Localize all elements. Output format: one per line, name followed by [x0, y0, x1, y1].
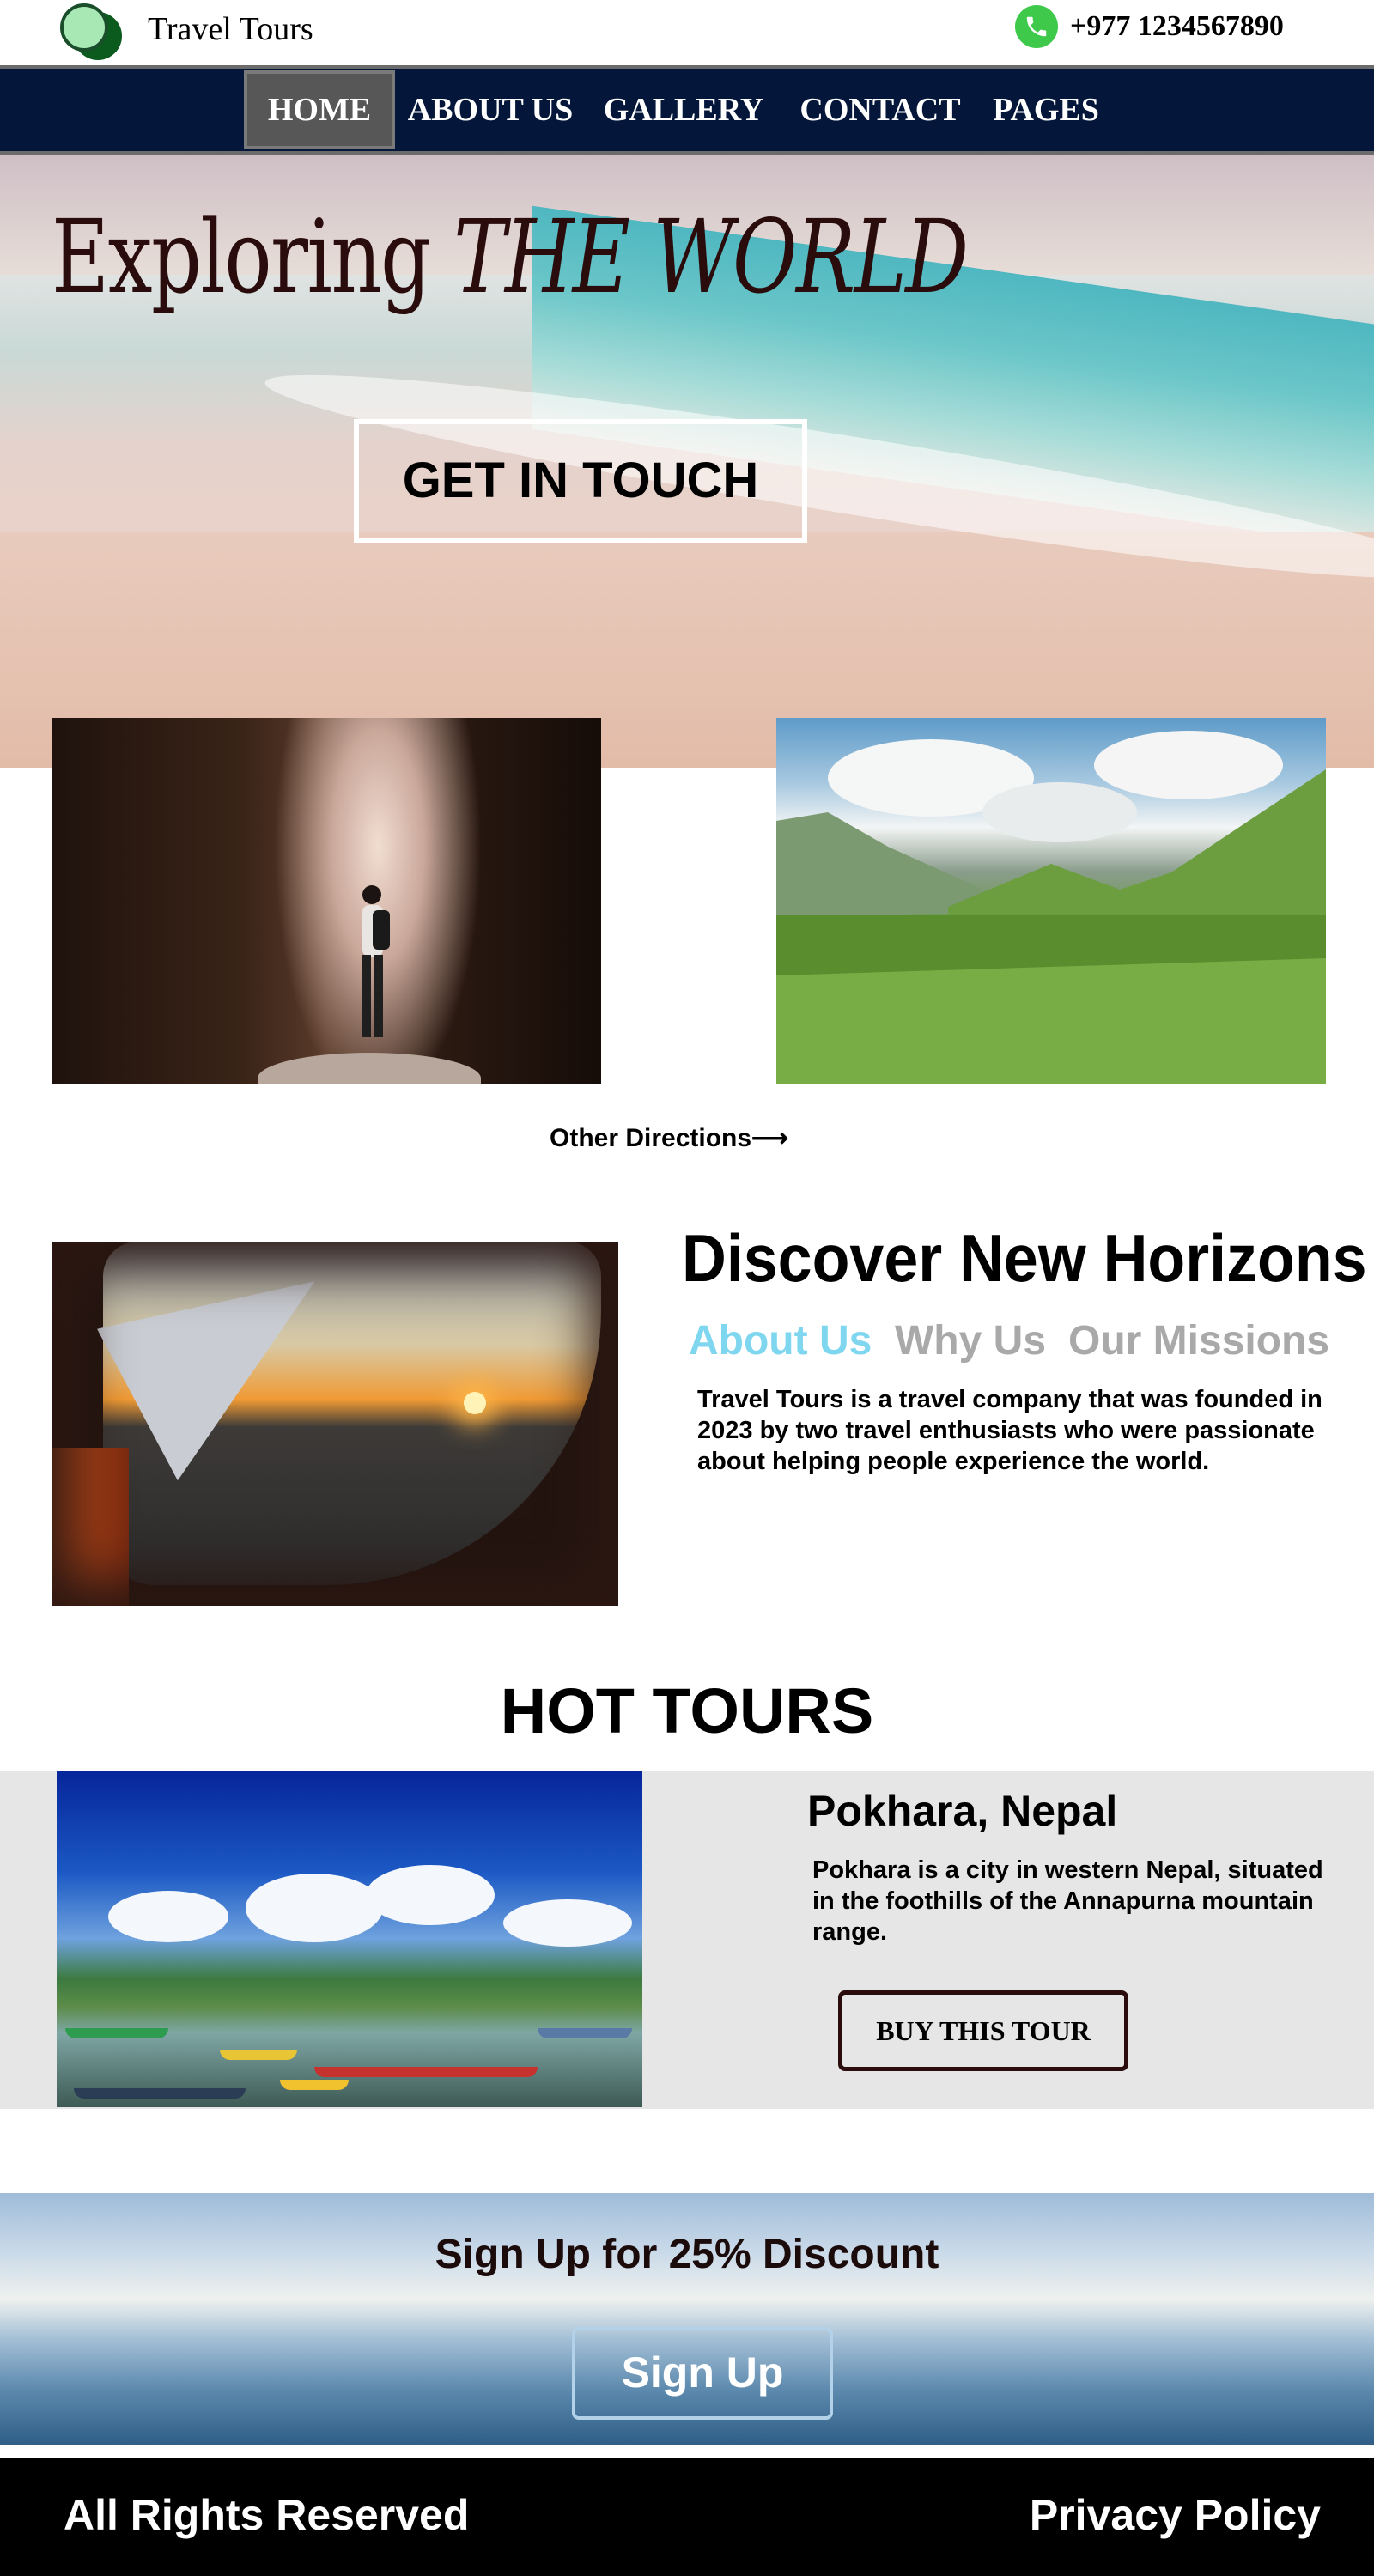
hero-section: Exploring THE WORLD GET IN TOUCH: [0, 155, 1374, 768]
photo-cloud: [246, 1874, 383, 1942]
discover-title: Discover New Horizons: [682, 1220, 1367, 1296]
photo-boat: [314, 2067, 538, 2077]
phone-icon: [1015, 5, 1058, 48]
photo-cloud: [108, 1891, 228, 1942]
main-nav: HOME ABOUT US GALLERY CONTACT PAGES: [0, 65, 1374, 155]
logo-circle-front: [60, 3, 108, 52]
photo-boat: [280, 2080, 349, 2090]
photo-boat: [220, 2050, 297, 2060]
other-directions-link[interactable]: Other Directions⟶: [550, 1123, 788, 1153]
footer-rights: All Rights Reserved: [64, 2491, 470, 2539]
photo-rock: [258, 1053, 481, 1084]
photo-boat: [74, 2088, 246, 2099]
nav-pages[interactable]: PAGES: [986, 69, 1106, 151]
tab-why-us[interactable]: Why Us: [895, 1317, 1046, 1364]
hero-title: Exploring THE WORLD: [52, 197, 969, 316]
cave-hiker-photo: [52, 718, 601, 1084]
pokhara-lake-photo: [57, 1771, 642, 2107]
photo-boat: [538, 2028, 632, 2038]
signup-title: Sign Up for 25% Discount: [435, 2232, 939, 2277]
hero-title-italic: THE WORLD: [453, 197, 969, 316]
valley-landscape: [776, 731, 1326, 1084]
photo-cloud: [503, 1899, 632, 1947]
tour-description: Pokhara is a city in western Nepal, situ…: [812, 1856, 1323, 1946]
phone-number[interactable]: +977 1234567890: [1070, 10, 1284, 43]
hot-tours-title: HOT TOURS: [500, 1675, 874, 1747]
brand-name[interactable]: Travel Tours: [148, 10, 313, 48]
window-frame: [52, 1242, 618, 1606]
privacy-policy-link[interactable]: Privacy Policy: [1030, 2490, 1321, 2540]
mountain-valley-photo: [776, 718, 1326, 1084]
hiker-figure: [362, 885, 390, 1037]
nav-gallery[interactable]: GALLERY: [599, 69, 768, 151]
hero-title-main: Exploring: [52, 197, 454, 316]
sign-up-button[interactable]: Sign Up: [572, 2327, 833, 2420]
tab-about-us[interactable]: About Us: [689, 1317, 872, 1364]
photo-boat: [65, 2028, 168, 2038]
phone-handset-icon: [1026, 16, 1047, 37]
top-bar: Travel Tours +977 1234567890: [0, 0, 1374, 65]
buy-tour-button[interactable]: BUY THIS TOUR: [838, 1990, 1128, 2071]
airplane-window-photo: [52, 1242, 618, 1606]
get-in-touch-button[interactable]: GET IN TOUCH: [354, 419, 807, 543]
tour-name: Pokhara, Nepal: [807, 1787, 1118, 1835]
tab-our-missions[interactable]: Our Missions: [1068, 1317, 1329, 1364]
nav-home[interactable]: HOME: [244, 70, 395, 149]
nav-about-us[interactable]: ABOUT US: [402, 69, 579, 151]
discover-description: Travel Tours is a travel company that wa…: [697, 1386, 1322, 1475]
logo-icon[interactable]: [60, 3, 125, 62]
nav-contact[interactable]: CONTACT: [788, 69, 972, 151]
photo-cloud: [366, 1865, 495, 1925]
